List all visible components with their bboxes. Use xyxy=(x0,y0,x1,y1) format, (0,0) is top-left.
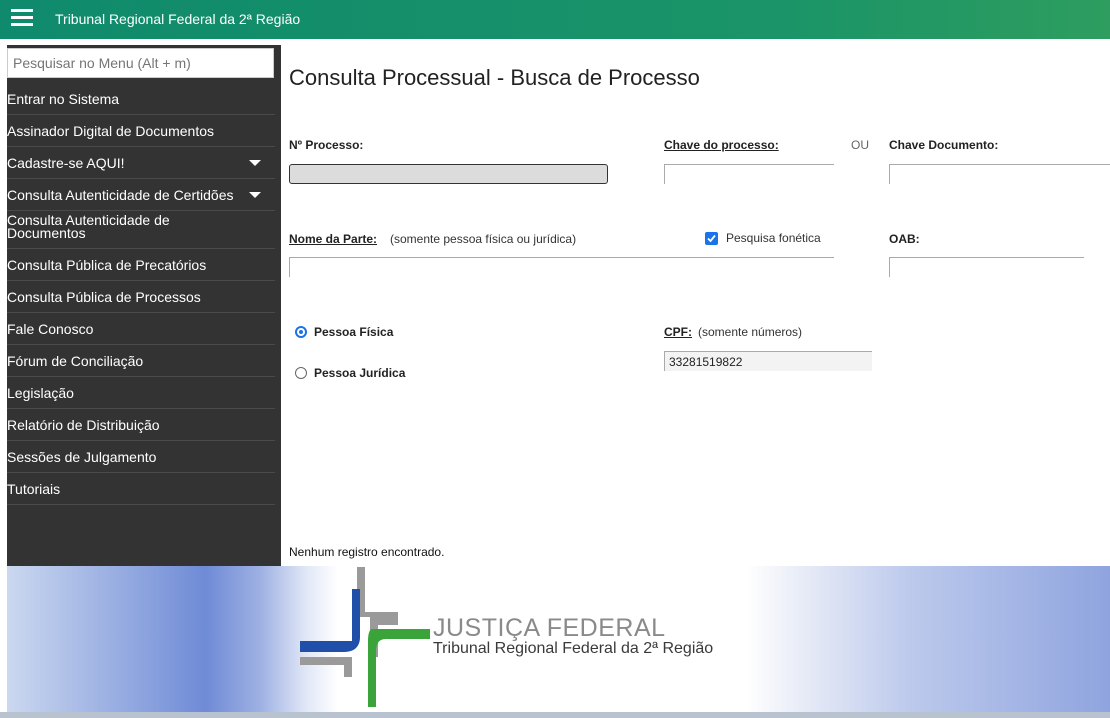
sidebar: Entrar no Sistema Assinador Digital de D… xyxy=(7,45,281,566)
sidebar-item-assinador-digital[interactable]: Assinador Digital de Documentos xyxy=(7,115,275,147)
site-title: Tribunal Regional Federal da 2ª Região xyxy=(55,11,301,27)
pesquisa-fonetica-label: Pesquisa fonética xyxy=(726,231,821,245)
ou-separator: OU xyxy=(851,138,869,152)
nome-parte-label: Nome da Parte: xyxy=(289,232,378,246)
oab-input[interactable] xyxy=(889,257,1084,277)
sidebar-item-consulta-processos[interactable]: Consulta Pública de Processos xyxy=(7,281,275,313)
sidebar-item-label: Fale Conosco xyxy=(7,321,94,337)
sidebar-item-label: Assinador Digital de Documentos xyxy=(7,123,214,139)
sidebar-item-label: Consulta Pública de Precatórios xyxy=(7,257,207,273)
sidebar-item-label: Consulta Autenticidade de Documentos xyxy=(7,212,170,241)
menu-search-input[interactable] xyxy=(7,48,274,78)
sidebar-item-autenticidade-documentos[interactable]: Consulta Autenticidade de Documentos xyxy=(7,211,275,249)
sidebar-item-label: Legislação xyxy=(7,385,74,401)
no-results-message: Nenhum registro encontrado. xyxy=(289,545,445,559)
pessoa-juridica-label: Pessoa Jurídica xyxy=(314,366,406,380)
banner-line2: Tribunal Regional Federal da 2ª Região xyxy=(433,640,714,657)
chave-documento-label: Chave Documento: xyxy=(889,138,999,152)
checkmark-icon xyxy=(707,234,716,243)
pessoa-juridica-radio[interactable] xyxy=(295,367,307,379)
pessoa-fisica-label: Pessoa Física xyxy=(314,325,394,339)
sidebar-item-label: Entrar no Sistema xyxy=(7,91,120,107)
cpf-hint: (somente números) xyxy=(698,325,803,339)
nome-parte-input[interactable] xyxy=(289,257,834,277)
chave-processo-input[interactable] xyxy=(664,164,834,184)
numero-processo-input[interactable] xyxy=(289,164,608,184)
sidebar-item-autenticidade-certidoes[interactable]: Consulta Autenticidade de Certidões xyxy=(7,179,275,211)
sidebar-item-fale-conosco[interactable]: Fale Conosco xyxy=(7,313,275,345)
sidebar-item-tutoriais[interactable]: Tutoriais xyxy=(7,473,275,505)
nome-parte-hint: (somente pessoa física ou jurídica) xyxy=(390,232,577,246)
sidebar-item-consulta-precatorios[interactable]: Consulta Pública de Precatórios xyxy=(7,249,275,281)
banner-line1: JUSTIÇA FEDERAL xyxy=(433,614,666,642)
sidebar-item-forum-conciliacao[interactable]: Fórum de Conciliação xyxy=(7,345,275,377)
cpf-input[interactable]: 33281519822 xyxy=(664,351,872,371)
cpf-label: CPF: xyxy=(664,325,692,339)
pesquisa-fonetica-checkbox[interactable] xyxy=(705,232,718,245)
footer-strip xyxy=(0,712,1110,718)
sidebar-item-label: Consulta Pública de Processos xyxy=(7,289,201,305)
chave-documento-input[interactable] xyxy=(889,164,1110,184)
page-title: Consulta Processual - Busca de Processo xyxy=(289,65,700,90)
sidebar-item-entrar-no-sistema[interactable]: Entrar no Sistema xyxy=(7,83,275,115)
sidebar-item-relatorio-distribuicao[interactable]: Relatório de Distribuição xyxy=(7,409,275,441)
top-bar: Tribunal Regional Federal da 2ª Região xyxy=(0,0,1110,39)
oab-label: OAB: xyxy=(889,232,920,246)
sidebar-item-label: Relatório de Distribuição xyxy=(7,417,160,433)
sidebar-item-label: Consulta Autenticidade de Certidões xyxy=(7,187,234,203)
sidebar-menu: Entrar no Sistema Assinador Digital de D… xyxy=(7,83,275,505)
chave-processo-label: Chave do processo: xyxy=(664,138,779,152)
sidebar-item-label: Cadastre-se AQUI! xyxy=(7,155,125,171)
sidebar-item-label: Tutoriais xyxy=(7,481,61,497)
sidebar-item-label: Fórum de Conciliação xyxy=(7,353,144,369)
caret-down-icon xyxy=(249,192,261,198)
sidebar-item-label: Sessões de Julgamento xyxy=(7,449,157,465)
pessoa-fisica-radio[interactable] xyxy=(295,326,307,338)
numero-processo-label: Nº Processo: xyxy=(289,138,364,152)
sidebar-item-legislacao[interactable]: Legislação xyxy=(7,377,275,409)
caret-down-icon xyxy=(249,160,261,166)
sidebar-item-cadastre-se[interactable]: Cadastre-se AQUI! xyxy=(7,147,275,179)
hamburger-menu-icon[interactable] xyxy=(11,9,33,27)
sidebar-item-sessoes-julgamento[interactable]: Sessões de Julgamento xyxy=(7,441,275,473)
